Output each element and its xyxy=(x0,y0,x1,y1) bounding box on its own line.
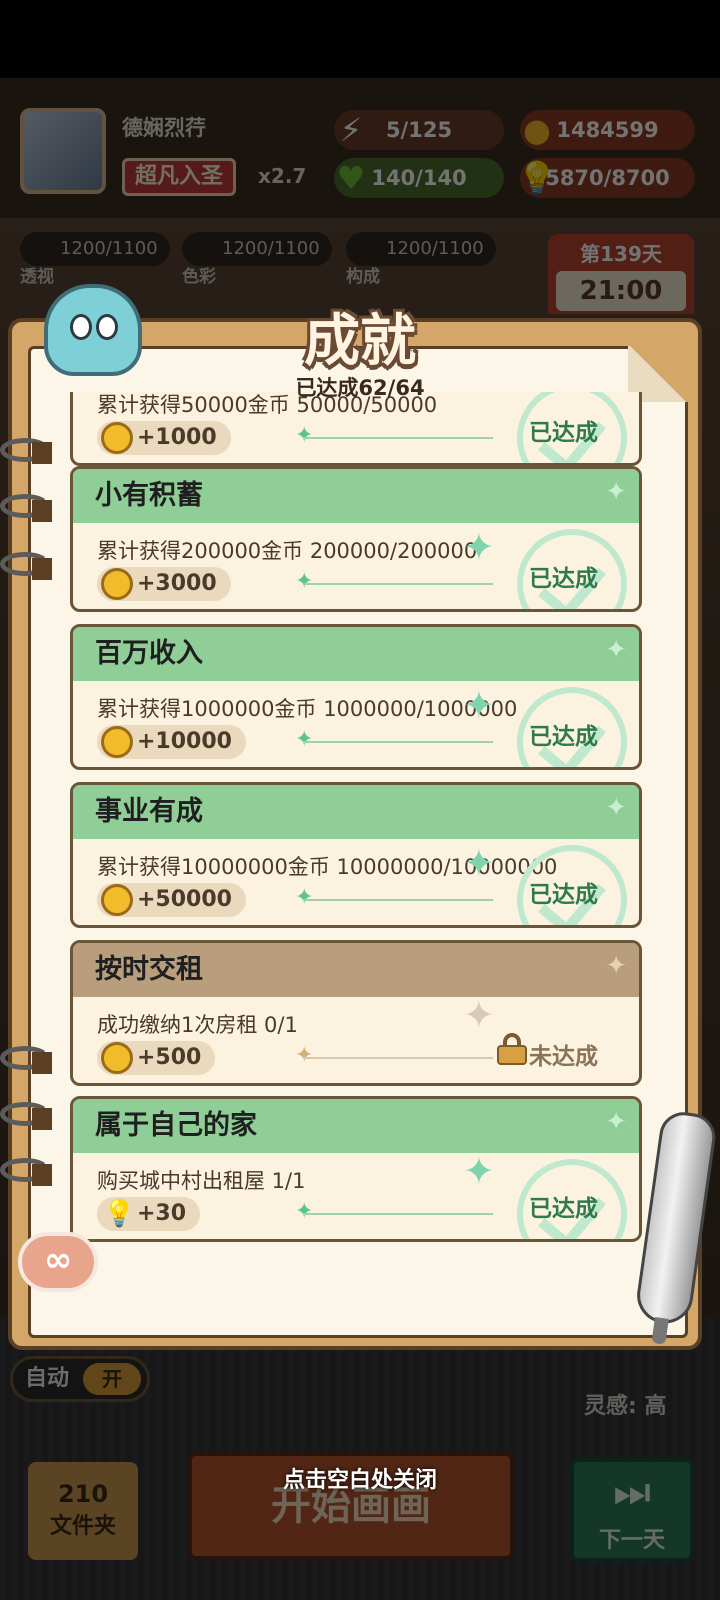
achievement-title: 事业有成 xyxy=(73,785,639,839)
coin-icon xyxy=(101,422,133,454)
achievement-card: 事业有成 累计获得10000000金币 10000000/10000000 +5… xyxy=(70,782,642,928)
achievement-reward: +1000 xyxy=(97,421,231,455)
sparkle-icon: ✦ xyxy=(295,885,314,910)
next-day-label: 下一天 xyxy=(598,1528,665,1553)
achievement-title: 属于自己的家 xyxy=(73,1099,639,1153)
achievement-title: 按时交租 xyxy=(73,943,639,997)
day-label: 第139天 xyxy=(580,242,662,266)
auto-toggle[interactable]: 自动 开 xyxy=(10,1356,150,1402)
achievement-status: 已达成 xyxy=(529,724,598,750)
achievement-list[interactable]: 累计获得50000金币 50000/50000 +1000 ✦ ✦ 已达成 小有… xyxy=(70,392,642,1248)
skill-composition-label: 构成 xyxy=(346,267,380,287)
achievement-desc: 购买城中村出租屋 1/1 xyxy=(97,1169,306,1193)
achievement-card: 小有积蓄 累计获得200000金币 200000/200000 +3000 ✦ … xyxy=(70,466,642,612)
inspiration-bar: 💡 5870/8700 xyxy=(517,158,695,198)
achievement-progress: 已达成62/64 xyxy=(295,376,425,400)
sparkle-icon: ✦ xyxy=(295,1199,314,1224)
ghost-mascot-icon xyxy=(44,284,142,376)
sparkle-icon: ✦ xyxy=(295,423,314,448)
achievement-card: 累计获得50000金币 50000/50000 +1000 ✦ ✦ 已达成 xyxy=(70,392,642,466)
avatar[interactable] xyxy=(20,108,106,194)
achievement-desc: 成功缴纳1次房租 0/1 xyxy=(97,1013,298,1037)
sparkle-icon: ✦ xyxy=(463,993,495,1037)
achievement-card: 属于自己的家 购买城中村出租屋 1/1 💡 +30 ✦ ✦ ✦ 已达成 xyxy=(70,1096,642,1242)
achievement-desc: 累计获得1000000金币 1000000/1000000 xyxy=(97,697,518,721)
sparkle-icon: ✦ xyxy=(463,525,495,569)
rank-badge: 超凡入圣 xyxy=(122,158,237,196)
achievement-desc: 累计获得200000金币 200000/200000 xyxy=(97,539,478,563)
chat-bubble-icon[interactable] xyxy=(18,1232,98,1292)
achievement-reward: +3000 xyxy=(97,567,231,601)
health-value: 140/140 xyxy=(371,166,467,190)
skill-color: 1200/1100 xyxy=(182,232,332,266)
lock-icon xyxy=(497,1033,527,1065)
achievement-reward: +500 xyxy=(97,1041,216,1075)
achievement-reward: +10000 xyxy=(97,725,246,759)
coin-icon: ● xyxy=(523,111,551,149)
lightning-icon: ⚡ xyxy=(339,111,363,149)
auto-label: 自动 xyxy=(25,1366,70,1391)
achievement-title: 小有积蓄 xyxy=(73,469,639,523)
skill-color-label: 色彩 xyxy=(182,267,216,287)
coin-icon xyxy=(101,1042,133,1074)
achievement-status: 已达成 xyxy=(529,882,598,908)
coin-icon xyxy=(101,726,133,758)
sparkle-icon: ✦ xyxy=(605,477,627,507)
sparkle-icon: ✦ xyxy=(605,793,627,823)
coin-icon xyxy=(101,568,133,600)
sparkle-icon: ✦ xyxy=(463,841,495,885)
sparkle-icon: ✦ xyxy=(605,635,627,665)
achievement-status: 未达成 xyxy=(529,1044,598,1070)
sparkle-icon: ✦ xyxy=(605,1107,627,1137)
sparkle-icon: ✦ xyxy=(605,951,627,981)
sparkle-icon: ✦ xyxy=(295,727,314,752)
skill-composition: 1200/1100 xyxy=(346,232,496,266)
heart-icon: ♥ xyxy=(336,159,366,197)
skill-perspective: 1200/1100 xyxy=(20,232,170,266)
sparkle-icon: ✦ xyxy=(295,1043,314,1068)
close-hint: 点击空白处关闭 xyxy=(282,1468,437,1493)
sparkle-icon: ✦ xyxy=(463,1149,495,1193)
achievement-status: 已达成 xyxy=(529,1196,598,1222)
achievement-status: 已达成 xyxy=(529,420,598,446)
player-name: 德娴烈荇 xyxy=(122,116,206,140)
achievement-status: 已达成 xyxy=(529,566,598,592)
multiplier: x2.7 xyxy=(258,164,307,188)
achievement-title: 百万收入 xyxy=(73,627,639,681)
bulb-icon: 💡 xyxy=(517,159,557,197)
bulb-icon: 💡 xyxy=(103,1199,136,1229)
achievement-reward: +50000 xyxy=(97,883,246,917)
folder-label: 文件夹 xyxy=(49,1514,116,1539)
energy-bar: ⚡ 5/125 xyxy=(334,110,504,150)
achievement-card: 百万收入 累计获得1000000金币 1000000/1000000 +1000… xyxy=(70,624,642,770)
inspiration-points-value: 5870/8700 xyxy=(545,166,670,190)
gold-bar: ● 1484599 xyxy=(520,110,695,150)
health-bar: ♥ 140/140 xyxy=(334,158,504,198)
skill-perspective-label: 透视 xyxy=(20,267,54,287)
auto-state: 开 xyxy=(83,1363,141,1395)
sparkle-icon: ✦ xyxy=(295,569,314,594)
achievement-card: 按时交租 成功缴纳1次房租 0/1 +500 ✦ ✦ ✦ 未达成 xyxy=(70,940,642,1086)
coin-icon xyxy=(101,884,133,916)
inspiration-status: 灵感: 高 xyxy=(584,1394,667,1419)
achievement-reward: 💡 +30 xyxy=(97,1197,201,1231)
sparkle-icon: ✦ xyxy=(463,683,495,727)
gold-value: 1484599 xyxy=(556,118,659,142)
energy-value: 5/125 xyxy=(385,118,453,142)
